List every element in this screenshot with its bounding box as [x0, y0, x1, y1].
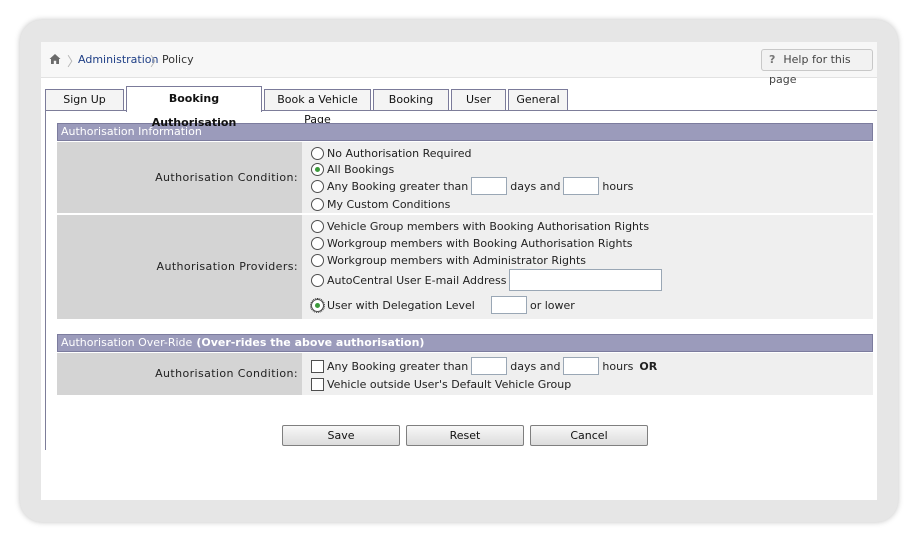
override-condition-options: Any Booking greater than days and hours …	[303, 353, 873, 395]
radio-icon[interactable]	[311, 219, 324, 233]
checkbox-icon[interactable]	[311, 359, 324, 373]
section-note: (Over-rides the above authorisation)	[196, 336, 425, 349]
radio-selected-icon[interactable]	[311, 162, 324, 176]
days-input[interactable]	[471, 177, 508, 195]
override-hours-input[interactable]	[563, 357, 600, 375]
tab-general[interactable]: General	[508, 89, 568, 111]
tab-user[interactable]: User	[451, 89, 506, 111]
checkbox-any-booking-greater-than[interactable]: Any Booking greater than days and hours …	[311, 356, 657, 376]
days-and-label: days and	[510, 359, 561, 373]
authorisation-condition-options: No Authorisation Required All Bookings A…	[303, 142, 873, 213]
help-button[interactable]: ? Help for this page	[761, 49, 873, 86]
authorisation-providers-options: Vehicle Group members with Booking Autho…	[303, 215, 873, 319]
breadcrumb: 〉 Administration 〉 Policy ? Help for this…	[41, 42, 877, 86]
radio-any-booking-greater-than[interactable]: Any Booking greater than days and hours	[311, 176, 633, 196]
home-icon[interactable]	[49, 53, 61, 65]
authorisation-providers-label: Authorisation Providers:	[57, 215, 302, 319]
help-label: Help for this page	[769, 53, 851, 86]
override-condition-label: Authorisation Condition:	[57, 353, 302, 395]
email-address-input[interactable]	[509, 269, 663, 291]
tab-book-a-vehicle-page[interactable]: Book a Vehicle Page	[264, 89, 371, 126]
radio-workgroup-admin-rights[interactable]: Workgroup members with Administrator Rig…	[311, 252, 586, 268]
save-button[interactable]: Save	[282, 425, 400, 446]
cancel-button[interactable]: Cancel	[530, 425, 648, 446]
breadcrumb-administration-link[interactable]: Administration	[78, 53, 159, 66]
hours-input[interactable]	[563, 177, 600, 195]
radio-delegation-level[interactable]: User with Delegation Level or lower	[310, 295, 575, 315]
authorisation-condition-label: Authorisation Condition:	[57, 142, 302, 213]
authorisation-override-header: Authorisation Over-Ride (Over-rides the a…	[57, 334, 873, 352]
checkbox-vehicle-outside-group[interactable]: Vehicle outside User's Default Vehicle G…	[311, 376, 571, 392]
content-border	[45, 111, 46, 450]
tab-sign-up[interactable]: Sign Up	[45, 89, 124, 111]
or-lower-label: or lower	[530, 298, 575, 312]
radio-icon[interactable]	[311, 253, 324, 267]
override-condition-row: Authorisation Condition: Any Booking gre…	[57, 353, 873, 395]
tab-booking[interactable]: Booking	[373, 89, 449, 111]
section-title: Authorisation Over-Ride	[61, 336, 193, 349]
radio-workgroup-booking-rights[interactable]: Workgroup members with Booking Authorisa…	[311, 235, 633, 251]
option-label: Vehicle outside User's Default Vehicle G…	[327, 377, 572, 391]
tab-bar: Sign Up Booking Authorisation Book a Veh…	[45, 86, 877, 129]
days-and-label: days and	[510, 179, 561, 193]
radio-all-bookings[interactable]: All Bookings	[311, 161, 394, 177]
option-label: Any Booking greater than	[327, 359, 469, 373]
option-label: Vehicle Group members with Booking Autho…	[327, 219, 650, 233]
tab-booking-authorisation[interactable]: Booking Authorisation	[126, 86, 262, 129]
hours-label: hours	[602, 179, 634, 193]
authorisation-providers-row: Authorisation Providers: Vehicle Group m…	[57, 215, 873, 319]
reset-button[interactable]: Reset	[406, 425, 524, 446]
policy-panel: 〉 Administration 〉 Policy ? Help for this…	[41, 42, 877, 500]
authorisation-condition-row: Authorisation Condition: No Authorisatio…	[57, 142, 873, 213]
option-label: AutoCentral User E-mail Address	[327, 273, 507, 287]
option-label: Workgroup members with Administrator Rig…	[327, 253, 587, 267]
delegation-level-input[interactable]	[491, 296, 527, 314]
help-icon: ?	[769, 53, 776, 66]
or-label: OR	[639, 359, 658, 373]
radio-selected-icon[interactable]	[310, 297, 325, 313]
hours-label: hours	[602, 359, 634, 373]
option-label: Any Booking greater than	[327, 179, 469, 193]
override-days-input[interactable]	[471, 357, 508, 375]
radio-autocentral-email[interactable]: AutoCentral User E-mail Address	[311, 268, 665, 292]
breadcrumb-policy: Policy	[162, 53, 194, 66]
radio-icon[interactable]	[311, 146, 324, 160]
option-label: My Custom Conditions	[327, 197, 451, 211]
radio-vehicle-group-members[interactable]: Vehicle Group members with Booking Autho…	[311, 218, 649, 234]
radio-icon[interactable]	[311, 179, 324, 193]
radio-icon[interactable]	[311, 236, 324, 250]
option-label: No Authorisation Required	[327, 146, 472, 160]
option-label: All Bookings	[327, 162, 395, 176]
radio-no-authorisation[interactable]: No Authorisation Required	[311, 145, 472, 161]
option-label: User with Delegation Level	[327, 298, 475, 312]
radio-icon[interactable]	[311, 197, 324, 211]
radio-icon[interactable]	[311, 273, 324, 287]
option-label: Workgroup members with Booking Authorisa…	[327, 236, 633, 250]
radio-my-custom-conditions[interactable]: My Custom Conditions	[311, 196, 450, 212]
checkbox-icon[interactable]	[311, 377, 324, 391]
